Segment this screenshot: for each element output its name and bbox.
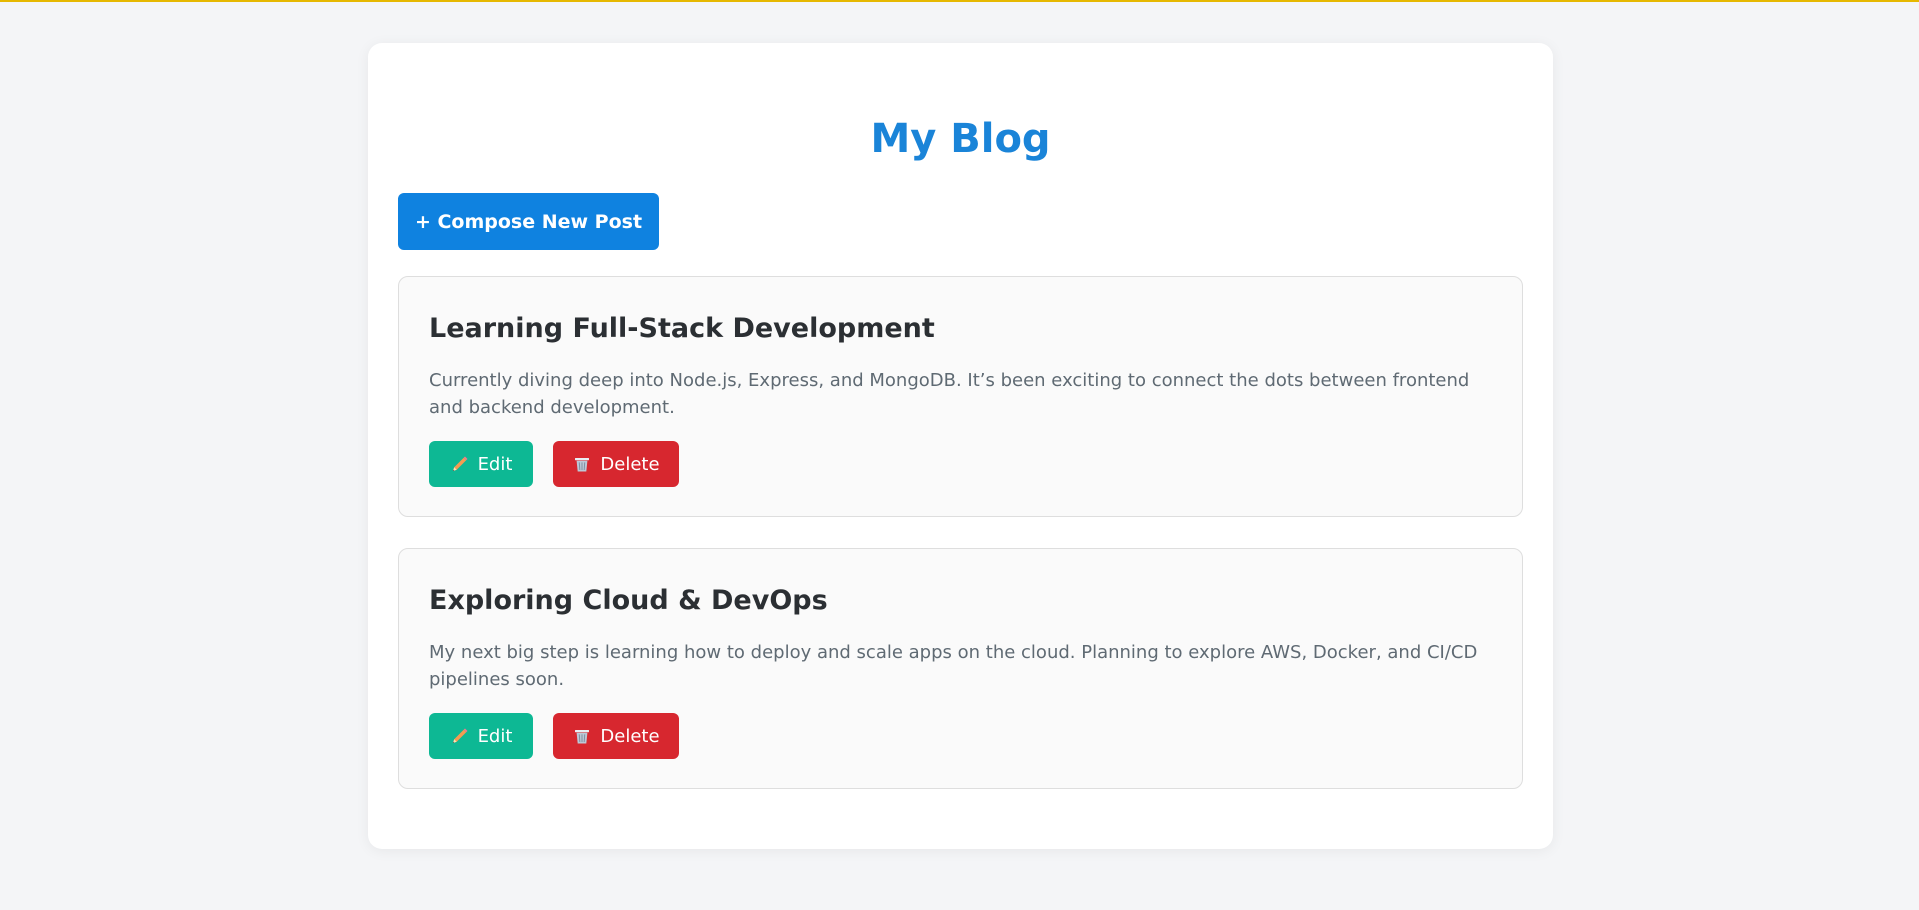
delete-button[interactable]: Delete	[553, 441, 679, 487]
pencil-icon	[452, 456, 468, 471]
post-card: Learning Full-Stack Development Currentl…	[398, 276, 1523, 517]
delete-button[interactable]: Delete	[553, 713, 679, 759]
delete-label: Delete	[600, 453, 660, 475]
pencil-icon	[452, 728, 468, 743]
trash-icon	[575, 730, 590, 744]
edit-button[interactable]: Edit	[429, 713, 533, 759]
post-actions: Edit Delete	[429, 441, 679, 487]
edit-label: Edit	[477, 725, 513, 747]
post-title: Learning Full-Stack Development	[429, 313, 935, 344]
compose-new-post-button[interactable]: + Compose New Post	[398, 193, 659, 250]
post-actions: Edit Delete	[429, 713, 679, 759]
post-body: My next big step is learning how to depl…	[429, 642, 1478, 690]
edit-button[interactable]: Edit	[429, 441, 533, 487]
top-border-line	[0, 0, 1919, 2]
post-card: Exploring Cloud & DevOps My next big ste…	[398, 548, 1523, 789]
post-body: Currently diving deep into Node.js, Expr…	[429, 370, 1470, 418]
post-title: Exploring Cloud & DevOps	[429, 585, 828, 616]
page-title: My Blog	[870, 116, 1051, 162]
delete-label: Delete	[600, 725, 660, 747]
blog-container: My Blog + Compose New Post Learning Full…	[368, 43, 1553, 849]
edit-label: Edit	[477, 453, 513, 475]
trash-icon	[575, 458, 590, 472]
